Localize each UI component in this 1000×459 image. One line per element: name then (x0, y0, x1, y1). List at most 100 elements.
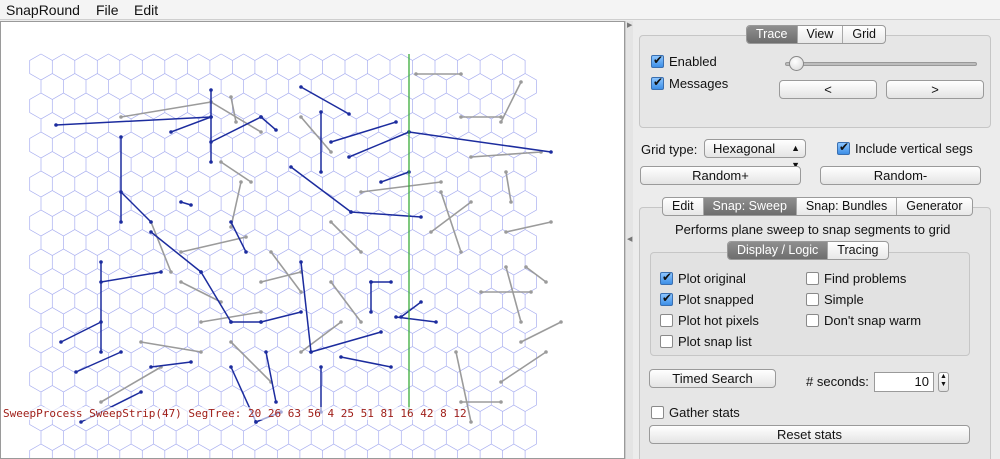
tab-display-logic[interactable]: Display / Logic (728, 242, 828, 259)
plot-snapped-checkbox[interactable]: Plot snapped (660, 291, 754, 307)
tab-generator[interactable]: Generator (896, 198, 971, 215)
segment-endpoint (399, 315, 403, 319)
snap-round-canvas[interactable] (1, 22, 625, 459)
sweep-description: Performs plane sweep to snap segments to… (675, 222, 951, 237)
find-problems-checkbox[interactable]: Find problems (806, 271, 906, 286)
reset-stats-button[interactable]: Reset stats (649, 425, 970, 444)
include-vertical-check-icon[interactable] (837, 140, 850, 155)
segment-endpoint (459, 250, 463, 254)
segment-endpoint (299, 350, 303, 354)
segment-endpoint (329, 150, 333, 154)
menu-file[interactable]: File (96, 2, 119, 18)
segment-endpoint (199, 350, 203, 354)
plot-original-checkbox[interactable]: Plot original (660, 270, 746, 286)
segment-endpoint (199, 320, 203, 324)
segment-endpoint (179, 250, 183, 254)
gather-stats-checkbox[interactable]: Gather stats (651, 405, 740, 420)
random-plus-button[interactable]: Random+ (640, 166, 801, 185)
trace-slider-knob[interactable] (788, 56, 804, 71)
menu-edit[interactable]: Edit (134, 2, 158, 18)
segment-endpoint (119, 115, 123, 119)
segment-endpoint (229, 340, 233, 344)
segment (120, 191, 152, 223)
plot-hot-pixels-checkbox[interactable]: Plot hot pixels (660, 313, 759, 328)
dont-snap-warm-checkbox[interactable]: Don't snap warm (806, 313, 921, 328)
segment (220, 161, 252, 183)
segment (265, 351, 277, 403)
segment-endpoint (244, 250, 248, 254)
gather-stats-check-icon[interactable] (651, 406, 664, 419)
segment-endpoint (99, 260, 103, 264)
segment-endpoint (139, 390, 143, 394)
timed-search-button[interactable]: Timed Search (649, 369, 776, 388)
segment-endpoint (319, 110, 323, 114)
segment-endpoint (459, 400, 463, 404)
segment-endpoint (419, 215, 423, 219)
segment-endpoint (499, 380, 503, 384)
plot-snap-list-check-icon[interactable] (660, 335, 673, 348)
find-problems-check-icon[interactable] (806, 272, 819, 285)
segment-endpoint (389, 365, 393, 369)
segment-endpoint (469, 155, 473, 159)
grid-type-select[interactable]: Hexagonal ▲ ▼ (704, 139, 806, 170)
messages-checkbox[interactable]: Messages (651, 75, 728, 91)
plot-original-check-icon[interactable] (660, 270, 673, 285)
plot-snap-list-checkbox[interactable]: Plot snap list (660, 334, 752, 349)
enabled-checkbox[interactable]: Enabled (651, 53, 717, 69)
seconds-input[interactable]: 10 (874, 372, 934, 392)
prev-step-button[interactable]: < (779, 80, 877, 99)
segment-endpoint (504, 170, 508, 174)
dont-snap-warm-check-icon[interactable] (806, 314, 819, 327)
segment (260, 271, 302, 283)
segment (348, 131, 410, 158)
segment-endpoint (319, 170, 323, 174)
plot-hot-pixels-check-icon[interactable] (660, 314, 673, 327)
segment-endpoint (339, 355, 343, 359)
random-minus-button[interactable]: Random- (820, 166, 981, 185)
segment-endpoint (329, 220, 333, 224)
simple-checkbox[interactable]: Simple (806, 292, 864, 307)
next-step-button[interactable]: > (886, 80, 984, 99)
tab-tracing[interactable]: Tracing (827, 242, 887, 259)
segment-endpoint (179, 200, 183, 204)
sweep-status-text: SweepProcess SweepStrip(47) SegTree: 20 … (3, 407, 467, 420)
segment-endpoint (254, 420, 258, 424)
segment-endpoint (209, 140, 213, 144)
enabled-check-icon[interactable] (651, 53, 664, 68)
segment-endpoint (119, 135, 123, 139)
segment-endpoint (319, 365, 323, 369)
menu-app-name[interactable]: SnapRound (6, 2, 80, 18)
simple-check-icon[interactable] (806, 293, 819, 306)
drawing-canvas[interactable]: SweepProcess SweepStrip(47) SegTree: 20 … (0, 21, 625, 459)
tab-trace[interactable]: Trace (747, 26, 797, 43)
segment (150, 221, 172, 273)
trace-slider-track[interactable] (785, 62, 977, 66)
tab-grid[interactable]: Grid (842, 26, 885, 43)
segment-endpoint (259, 280, 263, 284)
collapse-left-icon[interactable]: ◀ (627, 235, 632, 243)
segment-endpoint (229, 365, 233, 369)
tab-snap-sweep[interactable]: Snap: Sweep (702, 198, 796, 215)
tab-view[interactable]: View (796, 26, 843, 43)
collapse-right-icon[interactable]: ▶ (627, 21, 632, 29)
segment-endpoint (309, 350, 313, 354)
segment-endpoint (419, 300, 423, 304)
plot-snapped-check-icon[interactable] (660, 291, 673, 306)
messages-check-icon[interactable] (651, 75, 664, 90)
include-vertical-checkbox[interactable]: Include vertical segs (837, 140, 973, 156)
tab-snap-bundles[interactable]: Snap: Bundles (795, 198, 896, 215)
segment-endpoint (394, 120, 398, 124)
segment-endpoint (519, 320, 523, 324)
segment-endpoint (339, 320, 343, 324)
tab-edit[interactable]: Edit (663, 198, 703, 215)
segment-endpoint (379, 180, 383, 184)
seconds-stepper[interactable]: ▲ ▼ (938, 372, 949, 392)
segment-endpoint (544, 280, 548, 284)
segment-endpoint (229, 95, 233, 99)
segment (500, 81, 522, 123)
segment-endpoint (229, 320, 233, 324)
segment-endpoint (529, 290, 533, 294)
segment-endpoint (454, 350, 458, 354)
segment-endpoint (149, 230, 153, 234)
segment-endpoint (504, 230, 508, 234)
